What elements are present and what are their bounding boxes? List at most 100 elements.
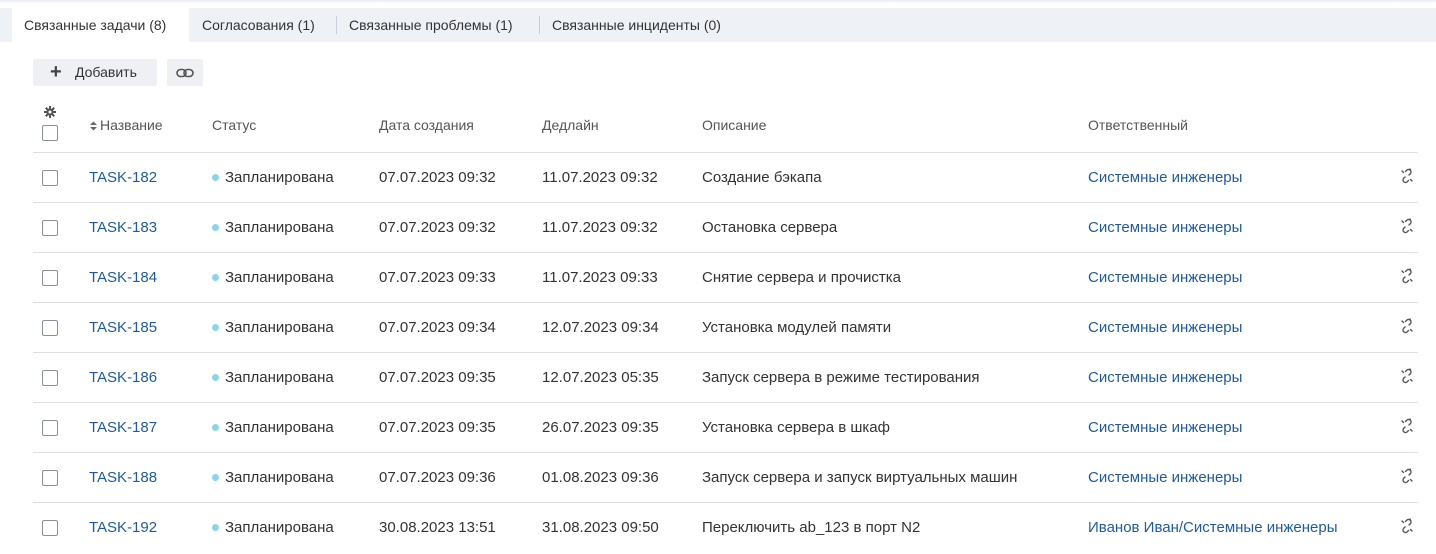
tab-approvals[interactable]: Согласования (1) xyxy=(190,8,327,42)
header-select-cell xyxy=(33,98,89,153)
row-actions-cell xyxy=(1378,402,1418,453)
link-existing-button[interactable] xyxy=(167,59,203,86)
row-checkbox[interactable] xyxy=(42,219,58,236)
row-checkbox[interactable] xyxy=(42,319,58,336)
task-id-link[interactable]: TASK-188 xyxy=(89,469,157,486)
add-button[interactable]: + Добавить xyxy=(33,59,157,86)
row-actions-cell xyxy=(1378,202,1418,253)
row-select-cell xyxy=(33,452,89,503)
unlink-icon[interactable] xyxy=(1399,267,1415,288)
owner-link[interactable]: Системные инженеры xyxy=(1088,169,1242,186)
tab-related-tasks[interactable]: Связанные задачи (8) xyxy=(12,8,189,42)
row-actions-cell xyxy=(1378,252,1418,303)
status-dot xyxy=(212,173,219,181)
status-label: Запланирована xyxy=(225,219,334,236)
row-checkbox[interactable] xyxy=(42,419,58,436)
row-select-cell xyxy=(33,152,89,203)
tab-related-problems[interactable]: Связанные проблемы (1) xyxy=(337,8,525,42)
column-header-actions xyxy=(1378,98,1418,153)
column-header-status[interactable]: Статус xyxy=(212,98,379,153)
table-row[interactable]: TASK-185 Запланирована 07.07.2023 09:34 … xyxy=(33,302,1418,353)
description-text: Установка сервера в шкаф xyxy=(702,402,1088,453)
owner-cell: Системные инженеры xyxy=(1088,202,1378,253)
owner-link[interactable]: Иванов Иван/Системные инженеры xyxy=(1088,519,1338,536)
column-header-name[interactable]: Название xyxy=(89,98,212,153)
owner-link[interactable]: Системные инженеры xyxy=(1088,319,1242,336)
unlink-icon[interactable] xyxy=(1399,167,1415,188)
status-cell: Запланирована xyxy=(212,352,379,403)
row-checkbox[interactable] xyxy=(42,269,58,286)
status-label: Запланирована xyxy=(225,469,334,486)
row-actions-cell xyxy=(1378,503,1418,553)
status-cell: Запланирована xyxy=(212,202,379,253)
created-date: 07.07.2023 09:35 xyxy=(379,402,542,453)
unlink-icon[interactable] xyxy=(1399,467,1415,488)
task-id-link[interactable]: TASK-186 xyxy=(89,369,157,386)
owner-link[interactable]: Системные инженеры xyxy=(1088,419,1242,436)
task-id-cell: TASK-186 xyxy=(89,352,212,403)
task-id-cell: TASK-185 xyxy=(89,302,212,353)
table-row[interactable]: TASK-183 Запланирована 07.07.2023 09:32 … xyxy=(33,202,1418,253)
related-tasks-table: Название Статус Дата создания Дедлайн Оп… xyxy=(33,98,1418,552)
status-dot xyxy=(212,273,219,281)
row-actions-cell xyxy=(1378,452,1418,503)
column-header-owner[interactable]: Ответственный xyxy=(1088,98,1378,153)
table-header-row: Название Статус Дата создания Дедлайн Оп… xyxy=(33,98,1418,153)
status-cell: Запланирована xyxy=(212,302,379,353)
row-select-cell xyxy=(33,402,89,453)
row-select-cell xyxy=(33,202,89,253)
created-date: 07.07.2023 09:32 xyxy=(379,202,542,253)
table-row[interactable]: TASK-188 Запланирована 07.07.2023 09:36 … xyxy=(33,452,1418,503)
unlink-icon[interactable] xyxy=(1399,217,1415,238)
row-actions-cell xyxy=(1378,302,1418,353)
created-date: 07.07.2023 09:35 xyxy=(379,352,542,403)
column-header-deadline[interactable]: Дедлайн xyxy=(542,98,702,153)
row-checkbox[interactable] xyxy=(42,169,58,186)
row-select-cell xyxy=(33,252,89,303)
row-checkbox[interactable] xyxy=(42,519,58,536)
table-row[interactable]: TASK-192 Запланирована 30.08.2023 13:51 … xyxy=(33,503,1418,553)
table-row[interactable]: TASK-187 Запланирована 07.07.2023 09:35 … xyxy=(33,402,1418,453)
task-id-link[interactable]: TASK-185 xyxy=(89,319,157,336)
description-text: Снятие сервера и прочистка xyxy=(702,252,1088,303)
owner-link[interactable]: Системные инженеры xyxy=(1088,469,1242,486)
description-text: Запуск сервера в режиме тестирования xyxy=(702,352,1088,403)
tab-related-incidents[interactable]: Связанные инциденты (0) xyxy=(540,8,733,42)
chain-link-icon xyxy=(176,68,194,77)
owner-link[interactable]: Системные инженеры xyxy=(1088,369,1242,386)
status-cell: Запланирована xyxy=(212,402,379,453)
status-dot xyxy=(212,523,219,531)
deadline-date: 12.07.2023 09:34 xyxy=(542,302,702,353)
task-id-link[interactable]: TASK-182 xyxy=(89,169,157,186)
row-actions-cell xyxy=(1378,352,1418,403)
owner-link[interactable]: Системные инженеры xyxy=(1088,269,1242,286)
plus-icon: + xyxy=(50,61,62,83)
task-id-link[interactable]: TASK-183 xyxy=(89,219,157,236)
select-all-checkbox[interactable] xyxy=(42,125,58,141)
gear-icon[interactable] xyxy=(44,106,56,118)
row-checkbox[interactable] xyxy=(42,469,58,486)
deadline-date: 26.07.2023 09:35 xyxy=(542,402,702,453)
task-id-cell: TASK-184 xyxy=(89,252,212,303)
column-header-description[interactable]: Описание xyxy=(702,98,1088,153)
column-header-created[interactable]: Дата создания xyxy=(379,98,542,153)
status-label: Запланирована xyxy=(225,269,334,286)
table-row[interactable]: TASK-186 Запланирована 07.07.2023 09:35 … xyxy=(33,352,1418,403)
row-checkbox[interactable] xyxy=(42,369,58,386)
owner-cell: Системные инженеры xyxy=(1088,402,1378,453)
task-id-link[interactable]: TASK-192 xyxy=(89,519,157,536)
table-row[interactable]: TASK-182 Запланирована 07.07.2023 09:32 … xyxy=(33,152,1418,203)
unlink-icon[interactable] xyxy=(1399,367,1415,388)
top-divider xyxy=(0,0,1436,4)
task-id-cell: TASK-188 xyxy=(89,452,212,503)
unlink-icon[interactable] xyxy=(1399,517,1415,538)
deadline-date: 11.07.2023 09:32 xyxy=(542,152,702,203)
owner-link[interactable]: Системные инженеры xyxy=(1088,219,1242,236)
table-row[interactable]: TASK-184 Запланирована 07.07.2023 09:33 … xyxy=(33,252,1418,303)
task-id-link[interactable]: TASK-184 xyxy=(89,269,157,286)
task-id-link[interactable]: TASK-187 xyxy=(89,419,157,436)
description-text: Создание бэкапа xyxy=(702,152,1088,203)
unlink-icon[interactable] xyxy=(1399,417,1415,438)
unlink-icon[interactable] xyxy=(1399,317,1415,338)
status-cell: Запланирована xyxy=(212,252,379,303)
